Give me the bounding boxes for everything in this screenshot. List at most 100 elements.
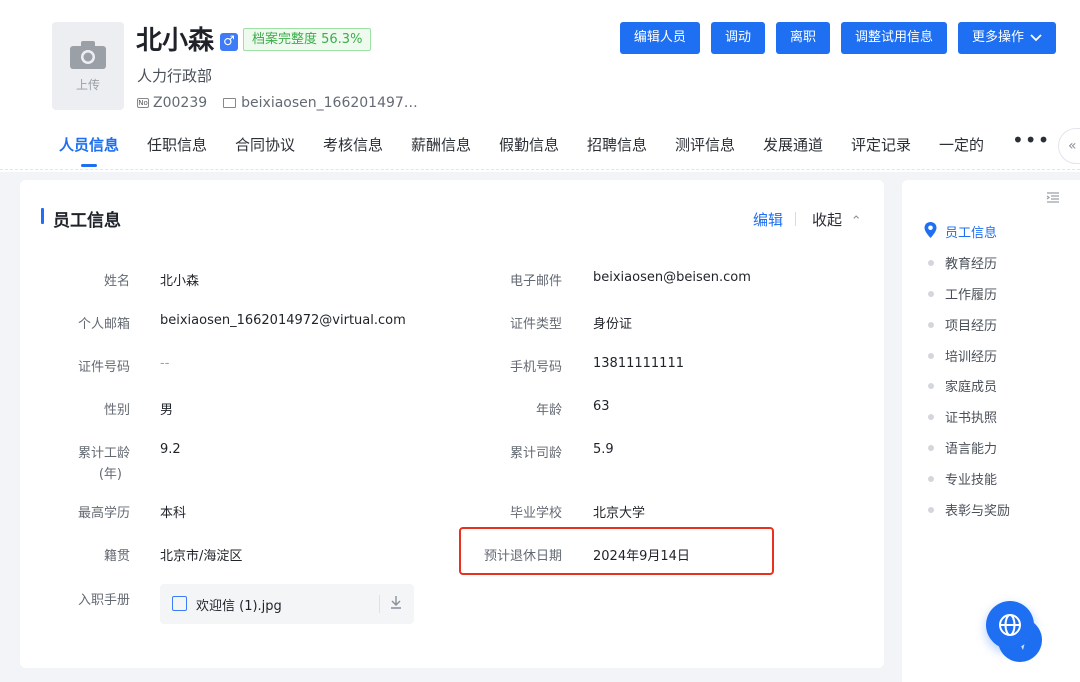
field-label-education: 最高学历 [77,506,130,521]
tab-assessment[interactable]: 考核信息 [323,134,383,155]
field-value-id-type: 身份证 [593,317,633,332]
edit-person-button[interactable]: 编辑人员 [619,22,700,54]
field-label-name: 姓名 [103,274,130,289]
more-actions-label: 更多操作 [971,30,1024,45]
field-label-work-years: 累计工龄 [77,446,130,461]
field-label-email: 电子邮件 [509,274,562,289]
anchor-employee-info[interactable]: 员工信息 [924,222,997,241]
field-label-id-number: 证件号码 [77,360,130,375]
chevron-down-icon [1030,34,1042,42]
tab-position-info[interactable]: 任职信息 [147,134,207,155]
mail-icon [223,98,237,108]
more-actions-button[interactable]: 更多操作 [957,22,1056,54]
dot-icon [928,291,934,297]
field-label-mobile: 手机号码 [509,360,562,375]
field-value-id-number: -- [160,356,170,371]
dot-icon [928,383,934,389]
camera-icon [70,40,106,69]
department: 人力行政部 [137,67,213,85]
resign-button[interactable]: 离职 [775,22,830,54]
field-label-id-type: 证件类型 [509,317,562,332]
field-label-age: 年龄 [535,403,562,418]
field-value-education: 本科 [160,506,187,521]
anchor-work-history[interactable]: 工作履历 [924,284,997,303]
dot-icon [928,260,934,266]
employee-email-short[interactable]: beixiaosen_166201497… [241,95,418,111]
tab-development[interactable]: 发展通道 [763,134,823,155]
anchor-label: 工作履历 [945,288,998,303]
anchor-label: 表彰与奖励 [945,504,1011,519]
tab-evaluation[interactable]: 测评信息 [675,134,735,155]
field-value-school: 北京大学 [593,506,646,521]
anchor-label: 员工信息 [945,226,998,241]
edit-section-link[interactable]: 编辑 [753,209,783,230]
field-value-gender: 男 [160,403,174,418]
employee-meta: No Z00239 beixiaosen_166201497… [137,95,418,111]
field-value-email: beixiaosen@beisen.com [593,270,751,285]
location-pin-icon [924,222,937,238]
male-icon: ♂ [220,33,238,51]
attachment-file-name[interactable]: 欢迎信 (1).jpg [196,595,282,614]
tab-rating-records[interactable]: 评定记录 [851,134,911,155]
anchor-languages[interactable]: 语言能力 [924,438,997,457]
transfer-button[interactable]: 调动 [710,22,765,54]
tab-salary[interactable]: 薪酬信息 [411,134,471,155]
anchor-family[interactable]: 家庭成员 [924,376,997,395]
tabs-more-icon[interactable]: ••• [1012,128,1050,152]
collapse-section-label: 收起 [812,211,843,229]
anchor-label: 培训经历 [945,350,998,365]
dot-icon [928,507,934,513]
image-file-icon [172,596,187,611]
globe-floating-button[interactable] [986,601,1034,649]
anchor-label: 语言能力 [945,442,998,457]
dot-icon [928,322,934,328]
id-badge-icon: No [137,98,149,108]
dot-icon [928,445,934,451]
tab-bar: 人员信息 任职信息 合同协议 考核信息 薪酬信息 假勤信息 招聘信息 测评信息 … [0,126,1080,170]
field-label-company-years: 累计司龄 [509,446,562,461]
anchor-education[interactable]: 教育经历 [924,253,997,272]
field-value-personal-email: beixiaosen_1662014972@virtual.com [160,313,406,328]
field-value-work-years: 9.2 [160,442,181,457]
field-label-work-years-unit: (年) [98,467,122,482]
tab-recruitment[interactable]: 招聘信息 [587,134,647,155]
anchor-awards[interactable]: 表彰与奖励 [924,500,1010,519]
employee-name: 北小森 [136,26,215,56]
field-value-age: 63 [593,399,610,414]
field-label-onboard-manual: 入职手册 [77,593,130,608]
tab-leave-attendance[interactable]: 假勤信息 [499,134,559,155]
anchor-projects[interactable]: 项目经历 [924,315,997,334]
section-title: 员工信息 [41,206,121,231]
download-icon[interactable] [389,594,403,610]
tab-contracts[interactable]: 合同协议 [235,134,295,155]
avatar-upload-label: 上传 [75,77,100,92]
field-value-mobile: 13811111111 [593,356,684,371]
divider [795,212,796,226]
anchor-certificates[interactable]: 证书执照 [924,407,997,426]
field-value-company-years: 5.9 [593,442,614,457]
field-label-school: 毕业学校 [509,506,562,521]
field-label-gender: 性别 [103,403,130,418]
header-actions: 编辑人员 调动 离职 调整试用信息 更多操作 [619,22,1056,54]
anchor-label: 项目经历 [945,319,998,334]
anchor-training[interactable]: 培训经历 [924,346,997,365]
anchor-label: 证书执照 [945,411,998,426]
completeness-badge[interactable]: 档案完整度 56.3% [243,28,372,51]
tab-custom[interactable]: 一定的 [939,134,984,155]
collapse-section-link[interactable]: 收起 ⌃ [812,209,862,230]
attachment-file[interactable]: 欢迎信 (1).jpg [160,584,414,624]
field-label-native-place: 籍贯 [103,549,130,564]
field-value-native-place: 北京市/海淀区 [160,549,243,564]
tab-personnel-info[interactable]: 人员信息 [59,134,119,167]
adjust-probation-button[interactable]: 调整试用信息 [840,22,947,54]
field-label-personal-email: 个人邮箱 [77,317,130,332]
list-collapse-icon[interactable] [1046,192,1060,204]
employee-id: Z00239 [153,95,208,111]
avatar-upload[interactable]: 上传 [52,22,124,110]
dot-icon [928,414,934,420]
anchor-skills[interactable]: 专业技能 [924,469,997,488]
divider [379,595,380,613]
employee-info-card: 员工信息 编辑 收起 ⌃ 姓名 北小森 电子邮件 beixiaosen@beis… [20,180,884,668]
anchor-label: 家庭成员 [945,380,998,395]
anchor-label: 专业技能 [945,473,998,488]
